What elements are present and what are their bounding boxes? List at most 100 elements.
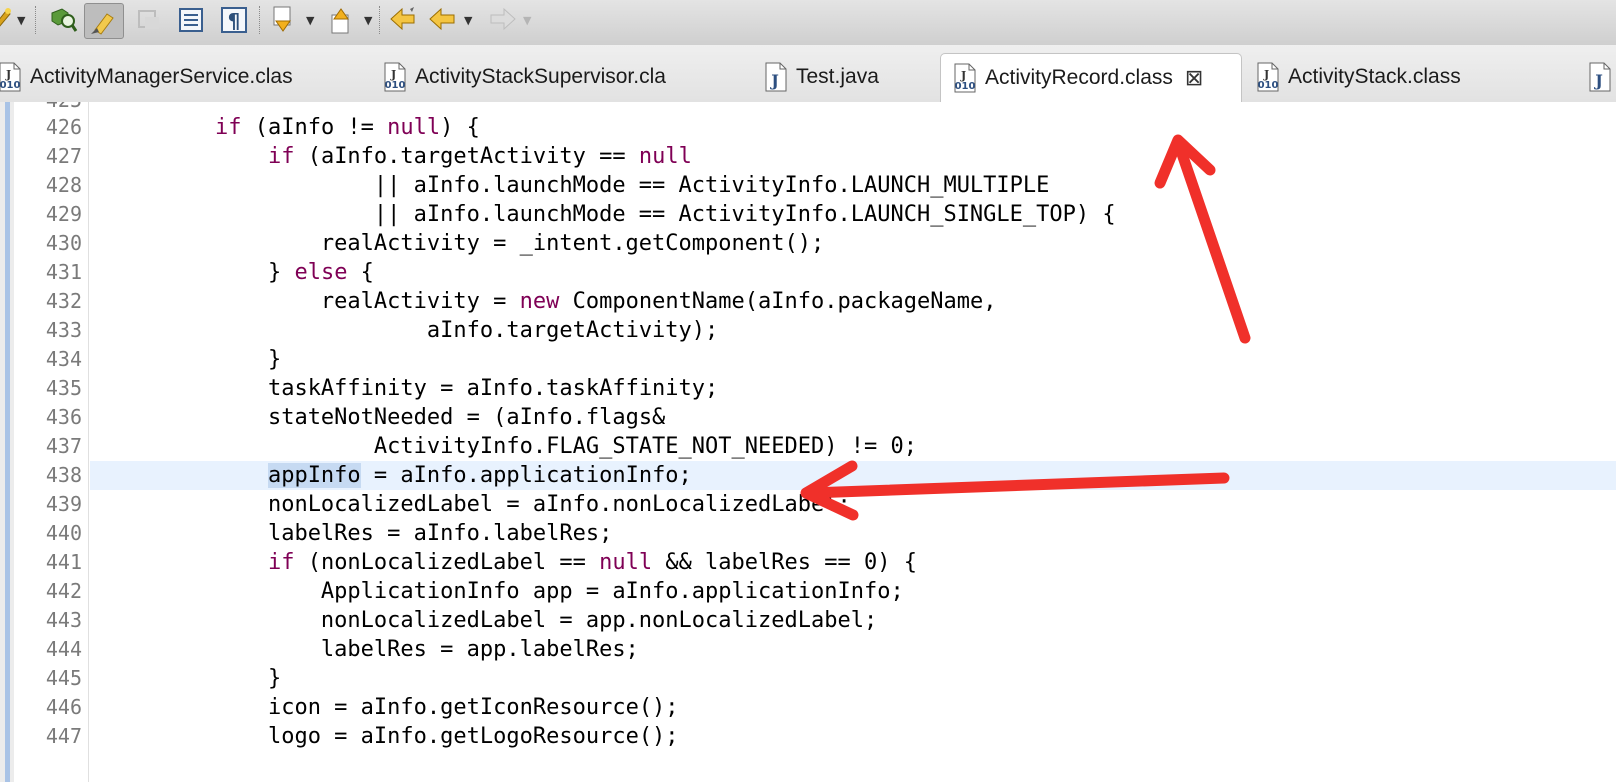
- close-icon[interactable]: ⊠: [1185, 66, 1203, 91]
- line-number: 447: [45, 724, 82, 748]
- code-token: ComponentName(aInfo.packageName,: [559, 289, 997, 314]
- code-line[interactable]: ActivityInfo.FLAG_STATE_NOT_NEEDED) != 0…: [109, 432, 917, 461]
- line-number: 446: [45, 695, 82, 719]
- line-number: 431: [45, 260, 82, 284]
- keyword-token: null: [638, 144, 692, 169]
- new-wizard-icon[interactable]: [0, 5, 16, 35]
- code-line[interactable]: }: [109, 664, 281, 693]
- code-line[interactable]: if (aInfo != null) {: [109, 113, 480, 142]
- java-file-icon: J: [1582, 60, 1616, 94]
- code-line[interactable]: nonLocalizedLabel = app.nonLocalizedLabe…: [109, 606, 877, 635]
- next-annotation-icon[interactable]: [268, 5, 298, 35]
- code-line[interactable]: } else {: [109, 258, 374, 287]
- java-file-icon: J: [758, 60, 792, 94]
- tab-activitymanagerservice[interactable]: 010 J ActivityManagerService.clas: [0, 53, 293, 101]
- back-icon[interactable]: [427, 5, 457, 35]
- toolbar-separator: [259, 6, 260, 34]
- tab-overflow-java[interactable]: J: [1582, 53, 1616, 101]
- code-token: stateNotNeeded = (aInfo.flags&: [267, 405, 666, 430]
- code-line[interactable]: || aInfo.launchMode == ActivityInfo.LAUN…: [109, 171, 1050, 200]
- code-line[interactable]: || aInfo.launchMode == ActivityInfo.LAUN…: [109, 200, 1116, 229]
- class-file-icon: 010 J: [1250, 60, 1284, 94]
- code-line[interactable]: ApplicationInfo app = aInfo.applicationI…: [109, 577, 904, 606]
- toolbar-separator: [379, 6, 380, 34]
- code-line[interactable]: if (aInfo.targetActivity == null: [109, 142, 692, 171]
- forward-dropdown-icon[interactable]: ▼: [523, 14, 531, 27]
- line-number-gutter: 425 426 427 428 429 430 431 432 433 434 435 436 437…: [14, 102, 89, 782]
- new-wizard-dropdown-icon[interactable]: ▼: [17, 14, 25, 27]
- code-line[interactable]: labelRes = aInfo.labelRes;: [109, 519, 612, 548]
- line-number: 427: [45, 144, 82, 168]
- quick-diff-bar: [5, 102, 10, 782]
- code-line[interactable]: if (nonLocalizedLabel == null && labelRe…: [109, 548, 917, 577]
- line-number: 440: [45, 521, 82, 545]
- tab-activitystacksupervisor[interactable]: 010 J ActivityStackSupervisor.cla: [377, 53, 666, 101]
- code-line[interactable]: nonLocalizedLabel = aInfo.nonLocalizedLa…: [109, 490, 851, 519]
- annotation-ruler: [0, 102, 15, 782]
- source-text[interactable]: if (aInfo != null) { if (aInfo.targetAct…: [90, 102, 1616, 782]
- previous-annotation-icon[interactable]: [326, 5, 356, 35]
- line-number: 445: [45, 666, 82, 690]
- keyword-token: new: [519, 289, 560, 314]
- class-file-icon: 010 J: [947, 61, 981, 95]
- code-token: logo = aInfo.getLogoResource();: [267, 724, 679, 749]
- forward-icon[interactable]: [488, 5, 518, 35]
- svg-text:010: 010: [1258, 80, 1279, 91]
- line-number: 439: [45, 492, 82, 516]
- tab-label: ActivityManagerService.clas: [30, 65, 293, 88]
- code-token: icon = aInfo.getIconResource();: [267, 695, 679, 720]
- tab-test-java[interactable]: J Test.java: [758, 53, 879, 101]
- svg-text:J: J: [960, 69, 966, 82]
- code-line[interactable]: realActivity = new ComponentName(aInfo.p…: [109, 287, 997, 316]
- code-token: }: [267, 347, 282, 372]
- open-type-icon[interactable]: [48, 5, 78, 35]
- code-token: && labelRes == 0) {: [652, 550, 917, 575]
- code-token: ApplicationInfo app = aInfo.applicationI…: [320, 579, 904, 604]
- last-edit-location-icon[interactable]: [388, 5, 418, 35]
- code-line[interactable]: taskAffinity = aInfo.taskAffinity;: [109, 374, 718, 403]
- show-whitespace-icon[interactable]: ¶: [219, 5, 249, 35]
- code-line[interactable]: appInfo = aInfo.applicationInfo;: [109, 461, 692, 490]
- toggle-block-selection-icon[interactable]: [133, 5, 163, 35]
- code-line[interactable]: realActivity = _intent.getComponent();: [109, 229, 824, 258]
- code-editor[interactable]: 425 426 427 428 429 430 431 432 433 434 435 436 437…: [0, 102, 1616, 782]
- code-token: realActivity = _intent.getComponent();: [320, 231, 825, 256]
- code-token: ActivityInfo.FLAG_STATE_NOT_NEEDED) != 0…: [373, 434, 917, 459]
- code-line[interactable]: logo = aInfo.getLogoResource();: [109, 722, 679, 751]
- tab-activitystack-class[interactable]: 010 J ActivityStack.class: [1250, 53, 1461, 101]
- toggle-mark-occurrences-icon[interactable]: [84, 3, 124, 39]
- show-source-of-selected-element-icon[interactable]: [176, 5, 206, 35]
- code-line[interactable]: labelRes = app.labelRes;: [109, 635, 639, 664]
- code-token: ) {: [440, 115, 480, 140]
- code-line[interactable]: stateNotNeeded = (aInfo.flags&: [109, 403, 665, 432]
- code-token: labelRes = app.labelRes;: [320, 637, 639, 662]
- code-token: labelRes = aInfo.labelRes;: [267, 521, 613, 546]
- line-number: 441: [45, 550, 82, 574]
- code-line[interactable]: }: [109, 345, 281, 374]
- editor-tab-bar: 010 J ActivityManagerService.clas 010 J Ac…: [0, 45, 1616, 103]
- previous-annotation-dropdown-icon[interactable]: ▼: [364, 14, 372, 27]
- code-token: nonLocalizedLabel = aInfo.nonLocalizedLa…: [267, 492, 851, 517]
- tab-label: ActivityStack.class: [1288, 65, 1461, 88]
- line-number: 425: [30, 102, 82, 110]
- next-annotation-dropdown-icon[interactable]: ▼: [306, 14, 314, 27]
- code-token: {: [347, 260, 374, 285]
- back-dropdown-icon[interactable]: ▼: [464, 14, 472, 27]
- code-line[interactable]: aInfo.targetActivity);: [109, 316, 718, 345]
- class-file-icon: 010 J: [377, 60, 411, 94]
- tab-activityrecord-class[interactable]: 010 J ActivityRecord.class ⊠: [940, 53, 1242, 102]
- code-token: (nonLocalizedLabel ==: [294, 550, 600, 575]
- code-line[interactable]: icon = aInfo.getIconResource();: [109, 693, 679, 722]
